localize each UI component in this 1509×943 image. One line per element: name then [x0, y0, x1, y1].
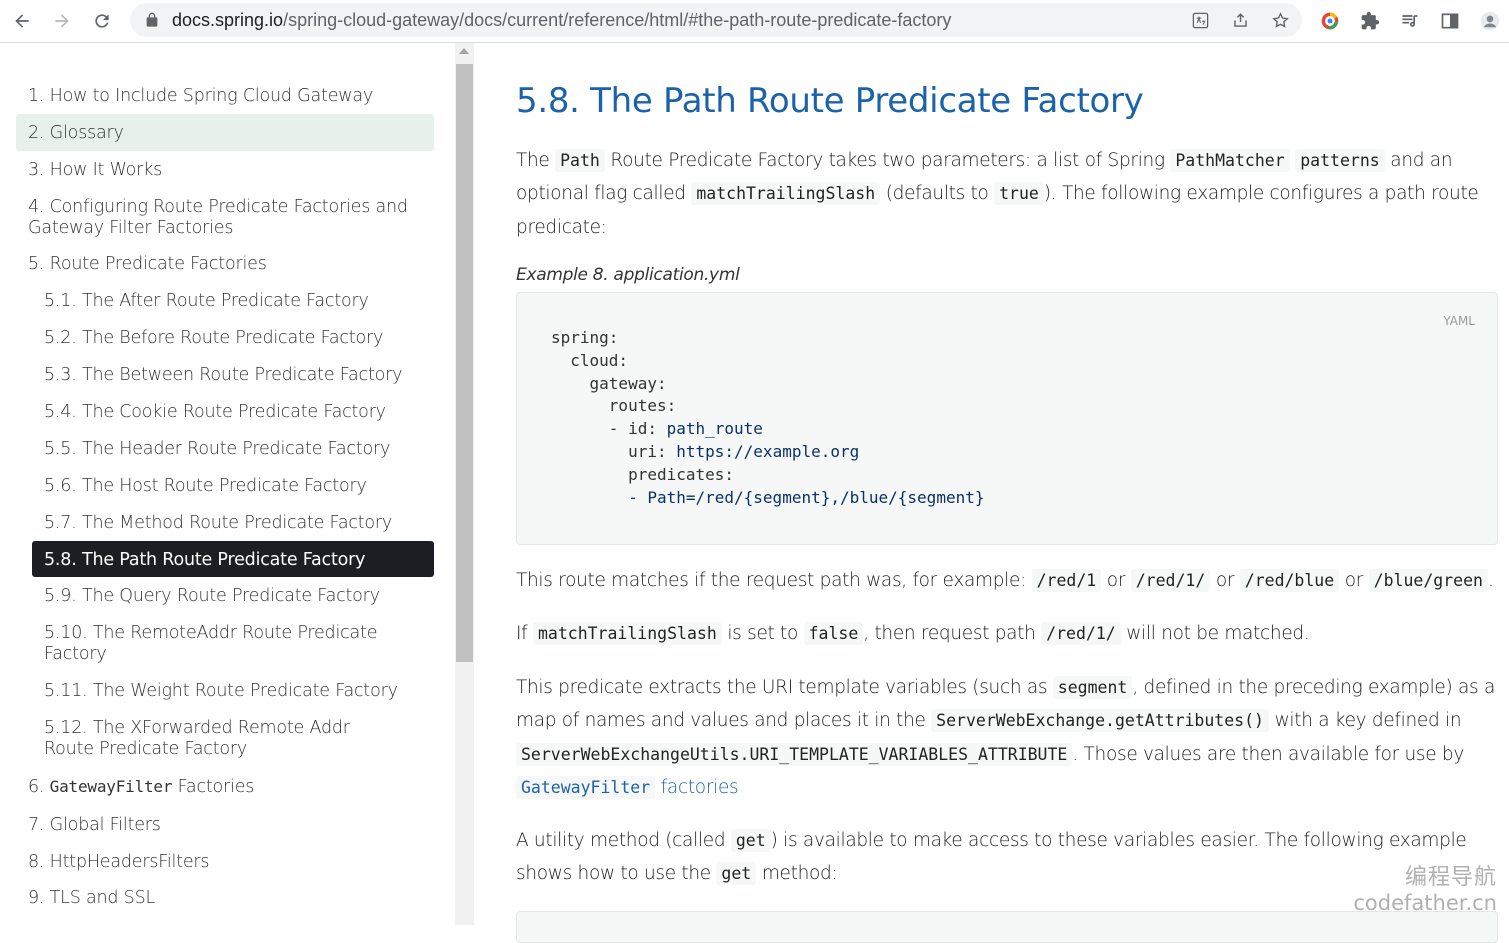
toc-item-between[interactable]: 5.3. The Between Route Predicate Factory — [44, 365, 424, 386]
toc-item-before[interactable]: 5.2. The Before Route Predicate Factory — [44, 328, 424, 349]
toc-item-host[interactable]: 5.6. The Host Route Predicate Factory — [44, 476, 424, 497]
back-arrow-icon — [15, 14, 29, 28]
watermark-en: codefather.cn — [1353, 891, 1497, 915]
url-host: docs.spring.io — [172, 10, 284, 30]
toc-item-configuring[interactable]: 4. Configuring Route Predicate Factories… — [28, 197, 408, 239]
example-title: Example 8. application.yml — [516, 265, 740, 285]
code-language-label: YAML — [1443, 314, 1475, 328]
paragraph-uri-template: This predicate extracts the URI template… — [516, 676, 1495, 799]
extensions-puzzle-icon[interactable] — [1356, 7, 1384, 35]
code-block-yaml[interactable]: YAML spring: cloud: gateway: routes: - i… — [516, 292, 1498, 545]
watermark-cn: 编程导航 — [1404, 865, 1497, 890]
share-icon[interactable] — [1229, 9, 1251, 31]
reload-button[interactable] — [88, 7, 116, 35]
media-queue-icon[interactable] — [1396, 7, 1424, 35]
toc-item-xforwarded[interactable]: 5.12. The XForwarded Remote Addr Route P… — [44, 718, 404, 760]
browser-toolbar: docs.spring.io/spring-cloud-gateway/docs… — [0, 0, 1509, 43]
profile-avatar-icon[interactable] — [1476, 7, 1504, 35]
toc-prefix: 6. — [28, 777, 50, 797]
toc-item-how-it-works[interactable]: 3. How It Works — [28, 160, 428, 181]
address-bar[interactable]: docs.spring.io/spring-cloud-gateway/docs… — [130, 3, 1302, 37]
url-text[interactable]: docs.spring.io/spring-cloud-gateway/docs… — [172, 10, 951, 31]
paragraph-trailing-slash: If matchTrailingSlash is set to false, t… — [516, 622, 1310, 645]
toc-item-tls-ssl[interactable]: 9. TLS and SSL — [28, 888, 428, 909]
toc-suffix: Factories — [172, 777, 255, 797]
toc-code: GatewayFilter — [49, 777, 173, 796]
extension-color-icon[interactable] — [1316, 7, 1344, 35]
toc-item-header[interactable]: 5.5. The Header Route Predicate Factory — [44, 439, 424, 460]
toc-item-weight[interactable]: 5.11. The Weight Route Predicate Factory — [44, 681, 424, 702]
paragraph-utility-method: A utility method (called get) is availab… — [516, 829, 1467, 886]
toc-item-query[interactable]: 5.9. The Query Route Predicate Factory — [44, 586, 424, 607]
toc-item-cookie[interactable]: 5.4. The Cookie Route Predicate Factory — [44, 402, 424, 423]
toc-item-path-active[interactable]: 5.8. The Path Route Predicate Factory — [44, 550, 424, 571]
toc-item-global-filters[interactable]: 7. Global Filters — [28, 815, 428, 836]
toc-item-include[interactable]: 1. How to Include Spring Cloud Gateway — [28, 86, 428, 107]
main-content: 5.8. The Path Route Predicate Factory Th… — [476, 43, 1509, 943]
toc-item-remoteaddr[interactable]: 5.10. The RemoteAddr Route Predicate Fac… — [44, 623, 384, 665]
back-button[interactable] — [8, 7, 36, 35]
toc-item-gatewayfilter-factories[interactable]: 6. GatewayFilter Factories — [28, 776, 428, 798]
page-title: 5.8. The Path Route Predicate Factory — [516, 81, 1144, 121]
forward-arrow-icon — [55, 14, 69, 28]
url-path: /spring-cloud-gateway/docs/current/refer… — [283, 10, 952, 30]
toc-sidebar: 1. How to Include Spring Cloud Gateway 2… — [0, 43, 455, 925]
toc-item-httpheadersfilters[interactable]: 8. HttpHeadersFilters — [28, 852, 428, 873]
toc-item-glossary[interactable]: 2. Glossary — [28, 123, 428, 144]
toc-item-route-predicate-factories[interactable]: 5. Route Predicate Factories — [28, 254, 428, 275]
watermark: 编程导航 codefather.cn — [1353, 859, 1497, 915]
paragraph-matches: This route matches if the request path w… — [516, 569, 1494, 592]
side-panel-icon[interactable] — [1436, 7, 1464, 35]
scroll-up-arrow-icon[interactable] — [459, 48, 469, 54]
gatewayfilter-factories-link[interactable]: GatewayFilter factories — [516, 775, 739, 799]
toc-item-after[interactable]: 5.1. The After Route Predicate Factory — [44, 291, 424, 312]
lock-icon — [146, 12, 158, 27]
sidebar-scrollbar-thumb[interactable] — [456, 64, 473, 662]
paragraph-intro: The Path Route Predicate Factory takes t… — [516, 149, 1479, 238]
translate-icon[interactable] — [1189, 9, 1211, 31]
reload-icon — [95, 14, 109, 28]
toc-item-method[interactable]: 5.7. The Method Route Predicate Factory — [44, 513, 424, 534]
code-block-next[interactable] — [516, 911, 1498, 943]
bookmark-star-icon[interactable] — [1269, 9, 1291, 31]
forward-button[interactable] — [48, 7, 76, 35]
code-content[interactable]: spring: cloud: gateway: routes: - id: pa… — [551, 327, 984, 509]
